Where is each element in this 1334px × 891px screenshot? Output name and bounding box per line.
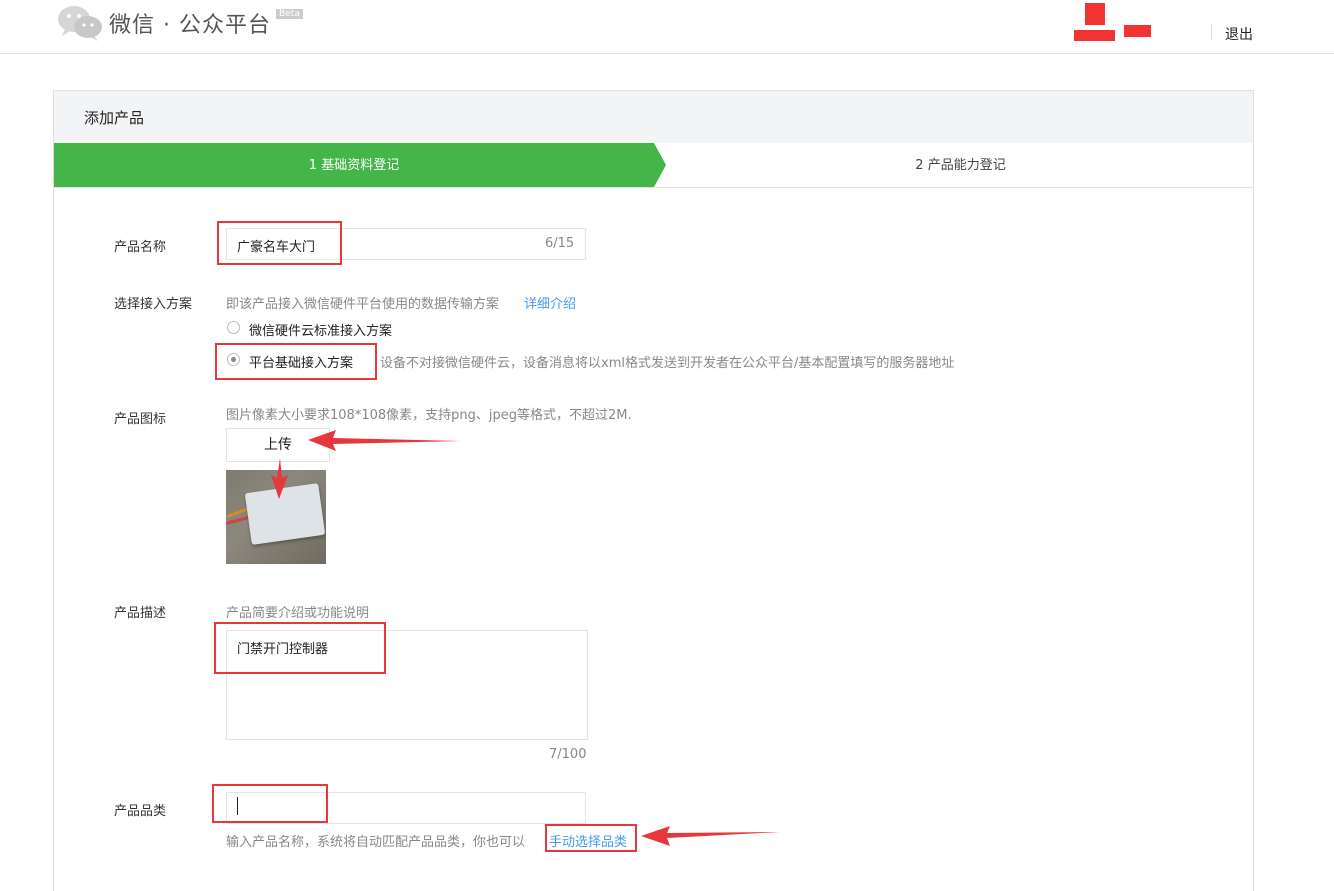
beta-badge: Beta [275,9,303,19]
header-divider [1211,24,1212,40]
product-category-hint: 输入产品名称，系统将自动匹配产品品类，你也可以 [226,835,526,850]
logout-link[interactable]: 退出 [1225,24,1253,44]
annotation-box [217,221,342,265]
product-name-label: 产品名称 [114,240,167,255]
product-description-counter: 7/100 [549,747,587,762]
step-1-arrow [654,143,666,187]
annotation-box [215,343,377,380]
annotation-box [545,824,637,852]
basic-scheme-desc: 设备不对接微信硬件云，设备消息将以xml格式发送到开发者在公众平台/基本配置填写… [380,356,955,371]
step-1: 1 基础资料登记 [54,143,654,187]
step-2: 2 产品能力登记 [915,158,1006,173]
access-scheme-label: 选择接入方案 [114,297,193,312]
product-category-label: 产品品类 [114,804,167,819]
upload-button[interactable]: 上传 [226,428,330,462]
account-redacted[interactable] [1124,25,1151,37]
thumbnail-device [244,483,326,545]
access-scheme-hint: 即该产品接入微信硬件平台使用的数据传输方案 [226,297,500,312]
wechat-logo[interactable]: 微信 · 公众平台 Beta [57,4,303,42]
annotation-box [214,622,386,674]
product-name-counter: 6/15 [545,236,575,251]
username-redacted [1074,30,1115,41]
radio-standard-scheme-label[interactable]: 微信硬件云标准接入方案 [249,320,392,339]
product-icon-hint: 图片像素大小要求108*108像素，支持png、jpeg等格式，不超过2M. [226,408,632,423]
avatar-redacted[interactable] [1085,3,1105,25]
logo-text: 微信 · 公众平台 [109,13,271,38]
product-icon-label: 产品图标 [114,412,167,427]
product-icon-thumbnail [226,470,326,564]
radio-standard-scheme[interactable] [227,321,240,334]
detail-link[interactable]: 详细介绍 [524,293,576,312]
step-bar: 1 基础资料登记 2 产品能力登记 [54,143,1253,188]
wechat-icon [58,6,102,41]
page-title: 添加产品 [54,91,1253,143]
annotation-box [212,784,328,823]
top-bar: 微信 · 公众平台 Beta 退出 [0,0,1334,54]
product-description-hint: 产品简要介绍或功能说明 [226,606,370,621]
product-description-label: 产品描述 [114,606,167,621]
